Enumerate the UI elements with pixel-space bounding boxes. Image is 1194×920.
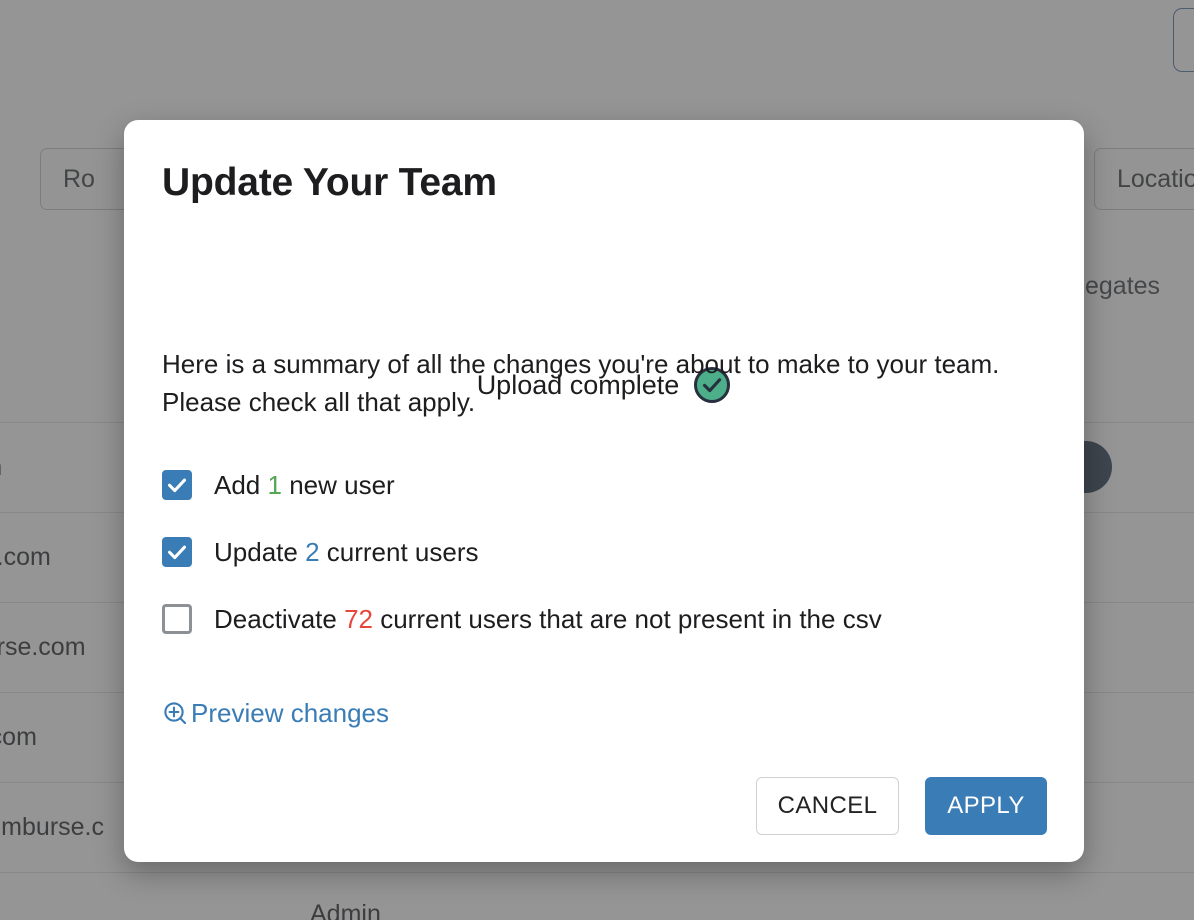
option-suffix: new user [281, 469, 395, 500]
option-count: 72 [344, 603, 373, 634]
apply-button[interactable]: APPLY [925, 777, 1047, 835]
option-suffix: current users that are not present in th… [373, 603, 882, 634]
option-update-current-users[interactable]: Update 2 current users [162, 535, 1042, 569]
dialog-body-text: Here is a summary of all the changes you… [162, 349, 1000, 417]
option-count: 2 [305, 536, 320, 567]
option-suffix: current users [319, 536, 479, 567]
option-add-new-users[interactable]: Add 1 new user [162, 468, 1042, 502]
preview-changes-link[interactable]: Preview changes [162, 698, 389, 729]
option-count: 1 [267, 469, 282, 500]
dialog-title: Update Your Team [162, 161, 497, 204]
option-prefix: Deactivate [214, 603, 345, 634]
checkbox-add-new-users[interactable] [162, 470, 192, 500]
option-deactivate-current-users[interactable]: Deactivate 72 current users that are not… [162, 602, 1042, 636]
option-update-current-users-label: Update 2 current users [214, 537, 479, 568]
option-prefix: Update [214, 536, 306, 567]
option-prefix: Add [214, 469, 268, 500]
option-deactivate-current-users-label: Deactivate 72 current users that are not… [214, 604, 882, 635]
update-team-dialog: Update Your Team Upload complete Here is… [124, 120, 1084, 862]
preview-changes-label: Preview changes [191, 698, 389, 728]
zoom-in-icon [162, 700, 190, 728]
checkbox-deactivate-current-users[interactable] [162, 604, 192, 634]
cancel-button[interactable]: CANCEL [756, 777, 899, 835]
option-add-new-users-label: Add 1 new user [214, 470, 395, 501]
dialog-actions: CANCEL APPLY [756, 777, 1047, 835]
checkbox-update-current-users[interactable] [162, 537, 192, 567]
changes-option-list: Add 1 new user Update 2 current users De… [162, 468, 1042, 669]
page-root: Ro Locatio egates .com urse.com mburse.c… [0, 0, 1194, 920]
